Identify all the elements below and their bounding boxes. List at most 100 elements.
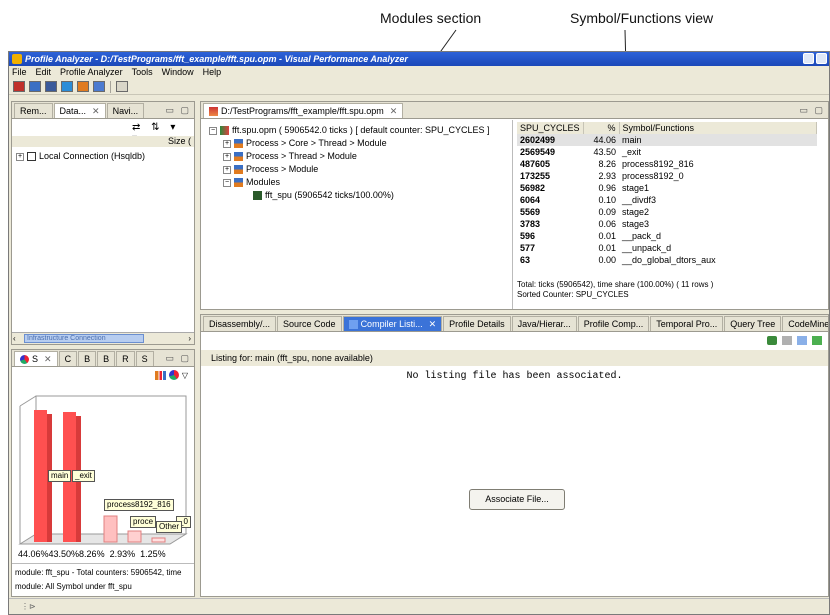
tree-item-thread-module[interactable]: + Process > Thread > Module xyxy=(223,150,357,162)
tab-navigator[interactable]: Navi... xyxy=(106,103,145,118)
status-icon: ⋮⊳ xyxy=(21,602,36,611)
associate-file-button[interactable]: Associate File... xyxy=(469,489,565,510)
monitor-icon[interactable] xyxy=(45,81,57,92)
col-spu-cycles[interactable]: SPU_CYCLES xyxy=(517,122,584,134)
stack-icon[interactable] xyxy=(77,81,89,92)
scroll-right-arrow[interactable]: › xyxy=(188,334,191,343)
table-row[interactable]: 6064 0.10 __divdf3 xyxy=(517,194,817,206)
save-icon[interactable] xyxy=(767,336,777,345)
bar-chart-icon[interactable] xyxy=(154,370,166,380)
horizontal-scrollbar[interactable]: Infrastructure Connection ‹ › xyxy=(12,332,194,344)
tab-s2[interactable]: S xyxy=(135,351,154,366)
tab-c[interactable]: C xyxy=(58,351,78,366)
tab-source-code[interactable]: Source Code xyxy=(277,316,342,331)
tree-root[interactable]: − fft.spu.opm ( 5906542.0 ticks ) [ defau… xyxy=(209,124,489,136)
listing-icon xyxy=(348,320,358,330)
tab-query-tree[interactable]: Query Tree xyxy=(724,316,782,331)
tab-opm-file[interactable]: D:/TestPrograms/fft_example/fft.spu.opm ✕ xyxy=(203,103,404,118)
table-row[interactable]: 2569549 43.50 _exit xyxy=(517,146,817,158)
menu-help[interactable]: Help xyxy=(203,66,222,78)
module-tree: − fft.spu.opm ( 5906542.0 ticks ) [ defau… xyxy=(201,120,513,309)
collapse-icon[interactable]: − xyxy=(209,126,217,135)
cell-symbol: process8192_816 xyxy=(622,159,694,169)
pin-icon[interactable] xyxy=(812,336,822,345)
pie-icon xyxy=(20,355,29,365)
tab-s[interactable]: S ✕ xyxy=(14,351,58,366)
close-icon[interactable]: ✕ xyxy=(92,106,100,116)
tab-java-hierarchy[interactable]: Java/Hierar... xyxy=(511,316,577,331)
print-icon[interactable] xyxy=(782,336,792,345)
table-row[interactable]: 577 0.01 __unpack_d xyxy=(517,242,817,254)
tab-remote[interactable]: Rem... xyxy=(14,103,53,118)
tree-item-fft-spu[interactable]: fft_spu (5906542 ticks/100.00%) xyxy=(253,189,394,201)
listing-message: No listing file has been associated. xyxy=(406,371,623,382)
pie-chart-icon[interactable] xyxy=(168,370,179,380)
chip-icon[interactable] xyxy=(61,81,73,92)
tab-codeminer[interactable]: CodeMiner Q... xyxy=(782,316,828,331)
restore-button[interactable] xyxy=(816,53,827,64)
collapse-icon[interactable]: − xyxy=(223,178,231,187)
tab-b[interactable]: B xyxy=(78,351,97,366)
menu-window[interactable]: Window xyxy=(162,66,194,78)
bars-icon[interactable] xyxy=(29,81,41,92)
tab-r[interactable]: R xyxy=(116,351,135,366)
col-symbol[interactable]: Symbol/Functions xyxy=(619,122,818,134)
tab-b2[interactable]: B xyxy=(97,351,116,366)
table-footer-total: Total: ticks (5906542), time share (100.… xyxy=(517,280,714,289)
table-row[interactable]: 173255 2.93 process8192_0 xyxy=(517,170,817,182)
expand-icon[interactable]: + xyxy=(16,152,24,161)
cell-symbol: __divdf3 xyxy=(622,195,657,205)
tab-compiler-listing-label: Compiler Listi... xyxy=(360,319,423,329)
cell-percent: 0.10 xyxy=(598,195,617,205)
left-top-pane: Rem... Data...✕ Navi... ▭ ▢ ⇄ ⇅ ▾ ▿ Size… xyxy=(11,101,195,345)
tree-item-label: Process > Core > Thread > Module xyxy=(246,138,387,148)
tab-compiler-listing[interactable]: Compiler Listi... ✕ xyxy=(342,316,443,331)
cell-symbol: __do_global_dtors_aux xyxy=(622,255,716,265)
minimize-maximize-icon[interactable]: ▭ ▢ xyxy=(165,105,191,116)
tree-item-process-module[interactable]: + Process > Module xyxy=(223,163,318,175)
close-icon[interactable]: ✕ xyxy=(390,106,398,116)
col-percent[interactable]: % xyxy=(583,122,620,134)
chart-label-process816: process8192_816 xyxy=(104,499,174,511)
tab-disassembly[interactable]: Disassembly/... xyxy=(203,316,277,331)
chart-menu-icon[interactable]: ▽ xyxy=(182,371,188,380)
symbol-table-body: 2602499 44.06 main 2569549 43.50 _exit 487605 8… xyxy=(517,134,817,266)
close-icon[interactable]: ✕ xyxy=(44,354,52,364)
minimize-maximize-icon[interactable]: ▭ ▢ xyxy=(799,105,825,116)
grid-icon[interactable] xyxy=(13,81,25,92)
expand-icon[interactable]: + xyxy=(223,139,231,148)
profile-icon[interactable] xyxy=(116,81,128,92)
scroll-left-arrow[interactable]: ‹ xyxy=(13,334,16,343)
tab-profile-details[interactable]: Profile Details xyxy=(443,316,511,331)
tab-data[interactable]: Data... ✕ xyxy=(53,103,106,118)
cell-symbol: __unpack_d xyxy=(622,243,672,253)
cell-symbol: process8192_0 xyxy=(622,171,684,181)
sync-icon[interactable] xyxy=(797,336,807,345)
expand-icon[interactable]: + xyxy=(223,152,231,161)
chart-status-area: module: fft_spu - Total counters: 590654… xyxy=(12,563,194,596)
editor-pane: D:/TestPrograms/fft_example/fft.spu.opm ✕… xyxy=(200,101,829,310)
tree-item-modules[interactable]: − Modules xyxy=(223,176,280,188)
hierarchy-icon xyxy=(234,139,243,149)
chart-icon[interactable] xyxy=(93,81,105,92)
menu-file[interactable]: File xyxy=(12,66,27,78)
table-row[interactable]: 3783 0.06 stage3 xyxy=(517,218,817,230)
table-row[interactable]: 2602499 44.06 main xyxy=(517,134,817,146)
table-row[interactable]: 596 0.01 __pack_d xyxy=(517,230,817,242)
tab-temporal-profile[interactable]: Temporal Pro... xyxy=(650,316,724,331)
tree-item-local-connection[interactable]: + Local Connection (Hsqldb) xyxy=(16,150,145,162)
menu-tools[interactable]: Tools xyxy=(132,66,153,78)
minimize-maximize-icon[interactable]: ▭ ▢ xyxy=(165,353,191,364)
close-icon[interactable]: ✕ xyxy=(429,319,437,329)
expand-icon[interactable]: + xyxy=(223,165,231,174)
table-row[interactable]: 487605 8.26 process8192_816 xyxy=(517,158,817,170)
tab-profile-compare[interactable]: Profile Comp... xyxy=(577,316,650,331)
table-row[interactable]: 5569 0.09 stage2 xyxy=(517,206,817,218)
tree-item-core-thread-module[interactable]: + Process > Core > Thread > Module xyxy=(223,137,387,149)
menu-edit[interactable]: Edit xyxy=(36,66,52,78)
minimize-button[interactable] xyxy=(803,53,814,64)
scroll-thumb[interactable]: Infrastructure Connection xyxy=(24,334,144,343)
table-row[interactable]: 56982 0.96 stage1 xyxy=(517,182,817,194)
table-row[interactable]: 63 0.00 __do_global_dtors_aux xyxy=(517,254,817,266)
menu-profile-analyzer[interactable]: Profile Analyzer xyxy=(60,66,123,78)
